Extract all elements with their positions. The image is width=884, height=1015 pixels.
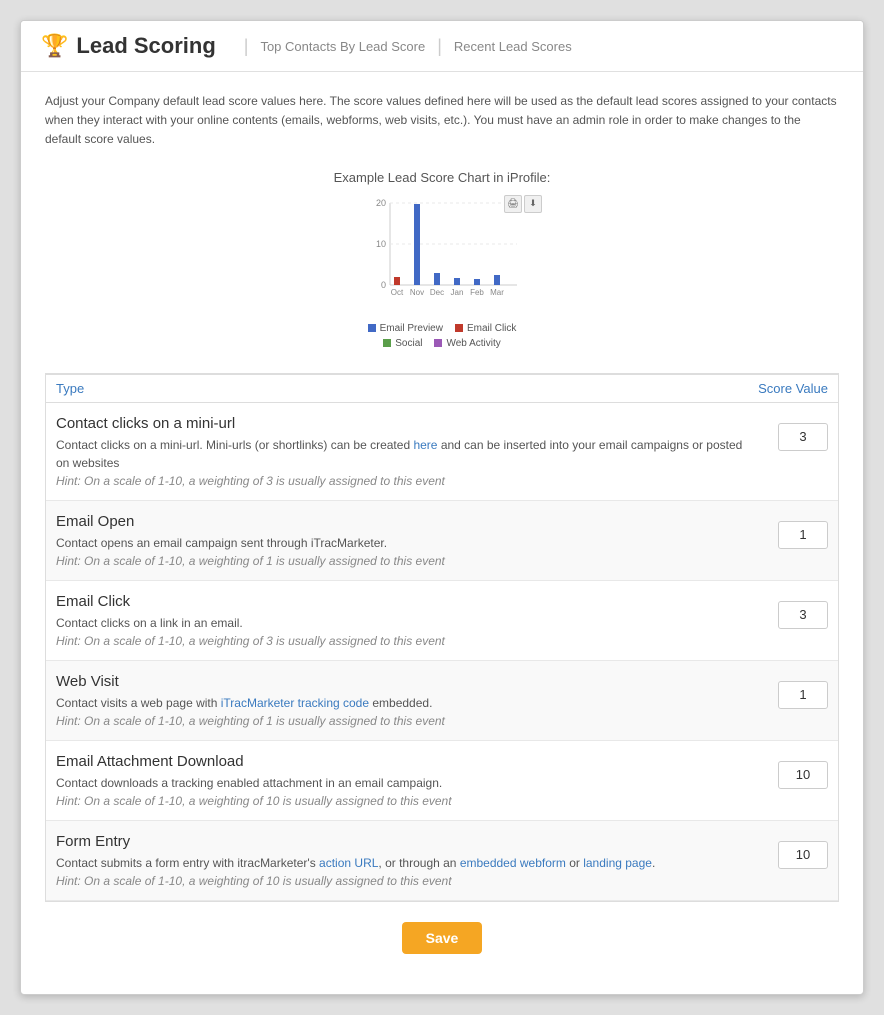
table-row: Web Visit Contact visits a web page with… (46, 661, 838, 741)
svg-text:Dec: Dec (430, 288, 444, 297)
row-hint-form-entry: Hint: On a scale of 1-10, a weighting of… (56, 874, 758, 888)
table-row: Email Click Contact clicks on a link in … (46, 581, 838, 661)
row-desc-web-visit: Contact visits a web page with iTracMark… (56, 694, 758, 712)
row-left-web-visit: Web Visit Contact visits a web page with… (56, 673, 778, 728)
chart-icons: 🖨 ⬇ (504, 195, 542, 213)
row-hint-attachment: Hint: On a scale of 1-10, a weighting of… (56, 794, 758, 808)
landing-page-link[interactable]: landing page (583, 856, 652, 870)
chart-print-icon[interactable]: 🖨 (504, 195, 522, 213)
row-left-email-open: Email Open Contact opens an email campai… (56, 513, 778, 568)
row-hint-mini-url: Hint: On a scale of 1-10, a weighting of… (56, 474, 758, 488)
row-left-form-entry: Form Entry Contact submits a form entry … (56, 833, 778, 888)
row-right-form-entry (778, 833, 828, 869)
nav-divider-2: | (437, 36, 442, 57)
score-table: Type Score Value Contact clicks on a min… (45, 373, 839, 902)
table-row: Contact clicks on a mini-url Contact cli… (46, 403, 838, 501)
row-desc-email-click: Contact clicks on a link in an email. (56, 614, 758, 632)
chart-legend: Email Preview Email Click Social Web Act… (342, 323, 542, 349)
row-hint-web-visit: Hint: On a scale of 1-10, a weighting of… (56, 714, 758, 728)
header: 🏆 Lead Scoring | Top Contacts By Lead Sc… (21, 21, 863, 72)
row-hint-email-open: Hint: On a scale of 1-10, a weighting of… (56, 554, 758, 568)
row-desc-mini-url: Contact clicks on a mini-url. Mini-urls … (56, 436, 758, 472)
score-input-web-visit[interactable] (778, 681, 828, 709)
row-right-attachment (778, 753, 828, 789)
svg-text:Jan: Jan (451, 288, 464, 297)
row-title-attachment: Email Attachment Download (56, 753, 758, 770)
chart-section: Example Lead Score Chart in iProfile: 🖨 … (45, 170, 839, 349)
row-desc-attachment: Contact downloads a tracking enabled att… (56, 774, 758, 792)
legend-web-activity-label: Web Activity (446, 338, 500, 349)
legend-email-preview-dot (368, 324, 376, 332)
score-input-form-entry[interactable] (778, 841, 828, 869)
legend-social-label: Social (395, 338, 422, 349)
table-row: Email Attachment Download Contact downlo… (46, 741, 838, 821)
row-desc-email-open: Contact opens an email campaign sent thr… (56, 534, 758, 552)
score-input-attachment[interactable] (778, 761, 828, 789)
row-desc-form-entry: Contact submits a form entry with itracM… (56, 854, 758, 872)
col-type-header: Type (56, 381, 84, 396)
main-window: 🏆 Lead Scoring | Top Contacts By Lead Sc… (20, 20, 864, 995)
svg-text:10: 10 (376, 239, 386, 249)
legend-social-dot (383, 339, 391, 347)
row-left-attachment: Email Attachment Download Contact downlo… (56, 753, 778, 808)
col-score-header: Score Value (758, 381, 828, 396)
mini-url-here-link[interactable]: here (413, 438, 437, 452)
row-left-email-click: Email Click Contact clicks on a link in … (56, 593, 778, 648)
row-right-email-open (778, 513, 828, 549)
table-header: Type Score Value (46, 374, 838, 403)
row-title-form-entry: Form Entry (56, 833, 758, 850)
tracking-code-link[interactable]: iTracMarketer tracking code (221, 696, 369, 710)
row-left-mini-url: Contact clicks on a mini-url Contact cli… (56, 415, 778, 488)
chart-container: 🖨 ⬇ 20 10 0 (342, 195, 542, 349)
page-title: 🏆 Lead Scoring (41, 33, 216, 59)
svg-text:Oct: Oct (391, 288, 404, 297)
legend-social: Social (383, 338, 422, 349)
chart-title: Example Lead Score Chart in iProfile: (45, 170, 839, 185)
svg-text:Nov: Nov (410, 288, 424, 297)
table-row: Email Open Contact opens an email campai… (46, 501, 838, 581)
svg-text:Mar: Mar (490, 288, 504, 297)
svg-text:20: 20 (376, 198, 386, 208)
row-right-email-click (778, 593, 828, 629)
legend-email-click: Email Click (455, 323, 516, 334)
row-title-web-visit: Web Visit (56, 673, 758, 690)
row-hint-email-click: Hint: On a scale of 1-10, a weighting of… (56, 634, 758, 648)
score-input-email-click[interactable] (778, 601, 828, 629)
content-area: Adjust your Company default lead score v… (21, 72, 863, 994)
legend-email-click-label: Email Click (467, 323, 516, 334)
save-section: Save (45, 902, 839, 974)
svg-text:0: 0 (381, 280, 386, 290)
legend-web-activity-dot (434, 339, 442, 347)
nav-recent-scores[interactable]: Recent Lead Scores (454, 39, 572, 54)
nav-divider-1: | (244, 36, 249, 57)
row-right-web-visit (778, 673, 828, 709)
description-text: Adjust your Company default lead score v… (45, 92, 839, 150)
row-right-mini-url (778, 415, 828, 451)
table-row: Form Entry Contact submits a form entry … (46, 821, 838, 901)
row-title-mini-url: Contact clicks on a mini-url (56, 415, 758, 432)
trophy-icon: 🏆 (41, 33, 68, 59)
action-url-link[interactable]: action URL (319, 856, 378, 870)
row-title-email-open: Email Open (56, 513, 758, 530)
embedded-webform-link[interactable]: embedded webform (460, 856, 566, 870)
legend-email-preview: Email Preview (368, 323, 443, 334)
score-input-email-open[interactable] (778, 521, 828, 549)
save-button[interactable]: Save (402, 922, 483, 954)
page-title-text: Lead Scoring (76, 33, 215, 59)
svg-text:Feb: Feb (470, 288, 484, 297)
row-title-email-click: Email Click (56, 593, 758, 610)
bar-chart-svg: 20 10 0 Oct (362, 195, 522, 315)
legend-email-preview-label: Email Preview (380, 323, 443, 334)
legend-email-click-dot (455, 324, 463, 332)
chart-download-icon[interactable]: ⬇ (524, 195, 542, 213)
score-input-mini-url[interactable] (778, 423, 828, 451)
nav-top-contacts[interactable]: Top Contacts By Lead Score (260, 39, 425, 54)
legend-web-activity: Web Activity (434, 338, 500, 349)
